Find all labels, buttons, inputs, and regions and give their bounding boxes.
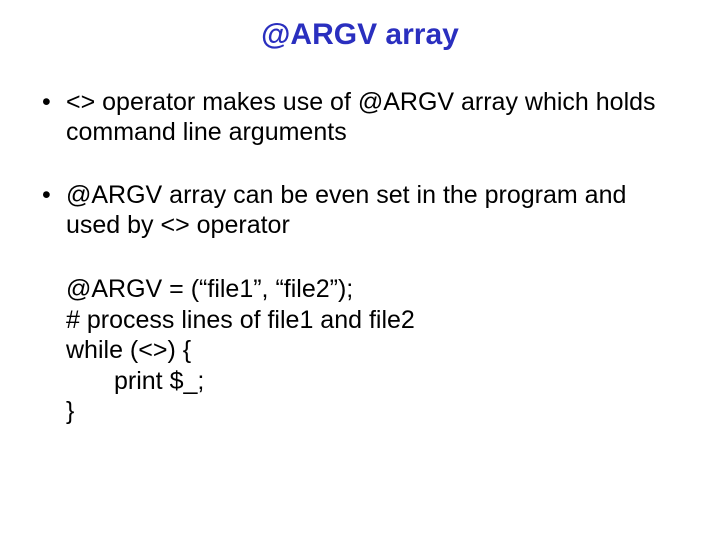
bullet-list: <> operator makes use of @ARGV array whi…	[36, 88, 680, 240]
slide-content: <> operator makes use of @ARGV array whi…	[36, 88, 680, 427]
slide: @ARGV array <> operator makes use of @AR…	[0, 0, 720, 540]
slide-title: @ARGV array	[0, 18, 720, 52]
code-block: @ARGV = (“file1”, “file2”); # process li…	[36, 274, 680, 427]
code-line: print $_;	[66, 366, 680, 397]
code-line: # process lines of file1 and file2	[66, 305, 680, 336]
code-line: while (<>) {	[66, 335, 680, 366]
bullet-item: <> operator makes use of @ARGV array whi…	[36, 88, 680, 147]
code-line: @ARGV = (“file1”, “file2”);	[66, 274, 680, 305]
code-line: }	[66, 396, 680, 427]
bullet-item: @ARGV array can be even set in the progr…	[36, 181, 680, 240]
